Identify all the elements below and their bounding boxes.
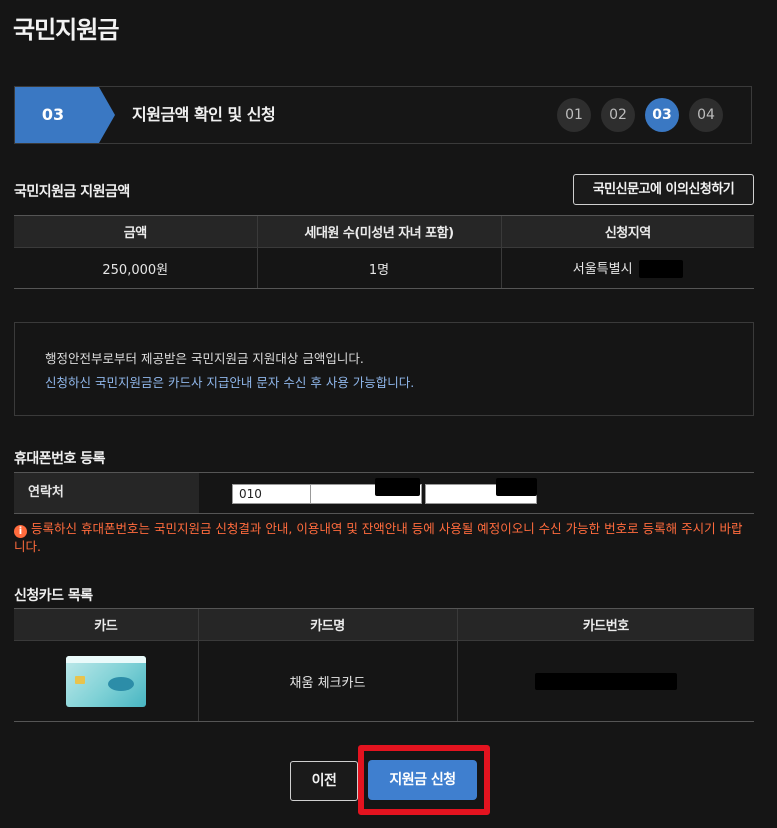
card-table: 카드 카드명 카드번호 채움 체크카드: [14, 608, 754, 722]
phone-prefix-select[interactable]: 010 ⌄: [232, 484, 322, 504]
redacted-region-detail: [638, 260, 683, 279]
phone-label: 연락처: [14, 473, 199, 513]
info-text-1: 행정안전부로부터 제공받은 국민지원금 지원대상 금액입니다.: [45, 351, 364, 366]
amount-value: 250,000원: [14, 247, 257, 289]
table-header-row: 금액 세대원 수(미성년 자녀 포함) 신청지역: [14, 215, 754, 248]
objection-button[interactable]: 국민신문고에 이의신청하기: [573, 174, 754, 205]
card-artwork-icon: [107, 676, 134, 691]
step-arrow: [99, 87, 115, 143]
step-title: 지원금액 확인 및 신청: [132, 105, 276, 124]
info-box: 행정안전부로부터 제공받은 국민지원금 지원대상 금액입니다. 신청하신 국민지…: [14, 322, 754, 416]
phone-row: 연락처 010 ⌄: [14, 472, 754, 514]
card-chip-icon: [74, 675, 85, 684]
phone-notice: i 등록하신 휴대폰번호는 국민지원금 신청결과 안내, 이용내역 및 잔액안내 …: [14, 520, 754, 555]
table-row: 채움 체크카드: [14, 640, 754, 722]
phone-middle-input[interactable]: [310, 478, 422, 504]
card-number-cell: [456, 640, 754, 722]
phone-prefix-value: 010: [239, 487, 262, 501]
table-row: 250,000원 1명 서울특별시: [14, 247, 754, 289]
step-bar: 03 지원금액 확인 및 신청 01 02 03 04: [14, 86, 752, 144]
current-step-number: 03: [41, 105, 65, 124]
phone-last-input[interactable]: [425, 478, 537, 504]
redacted-phone-last: [496, 478, 537, 496]
redacted-phone-middle: [375, 478, 420, 496]
phone-notice-text: 등록하신 휴대폰번호는 국민지원금 신청결과 안내, 이용내역 및 잔액안내 등…: [14, 521, 743, 554]
header-members: 세대원 수(미성년 자녀 포함): [256, 215, 501, 248]
step-indicator-3: 03: [645, 98, 679, 132]
prev-button[interactable]: 이전: [290, 761, 358, 801]
members-value: 1명: [256, 247, 501, 289]
region-value: 서울특별시: [572, 261, 633, 277]
region-cell: 서울특별시: [500, 247, 754, 289]
step-indicator-2: 02: [601, 98, 635, 132]
table-header-row: 카드 카드명 카드번호: [14, 608, 754, 641]
card-image-cell: [14, 640, 198, 722]
page-title: 국민지원금: [13, 16, 119, 44]
card-section-title: 신청카드 목록: [14, 588, 93, 604]
info-icon: i: [14, 525, 27, 538]
card-image: [65, 655, 146, 707]
header-region: 신청지역: [500, 215, 754, 248]
header-amount: 금액: [14, 215, 257, 248]
phone-section-title: 휴대폰번호 등록: [14, 451, 106, 467]
info-text-2: 신청하신 국민지원금은 카드사 지급안내 문자 수신 후 사용 가능합니다.: [45, 375, 415, 390]
step-indicator-1: 01: [557, 98, 591, 132]
amount-table: 금액 세대원 수(미성년 자녀 포함) 신청지역 250,000원 1명 서울특…: [14, 215, 754, 289]
card-name-value: 채움 체크카드: [197, 640, 457, 722]
redacted-card-number: [534, 672, 677, 690]
step-indicator-4: 04: [689, 98, 723, 132]
amount-section-title: 국민지원금 지원금액: [14, 184, 130, 200]
header-card: 카드: [14, 608, 198, 641]
apply-button[interactable]: 지원금 신청: [368, 760, 477, 800]
header-card-name: 카드명: [197, 608, 457, 641]
header-card-number: 카드번호: [456, 608, 754, 641]
